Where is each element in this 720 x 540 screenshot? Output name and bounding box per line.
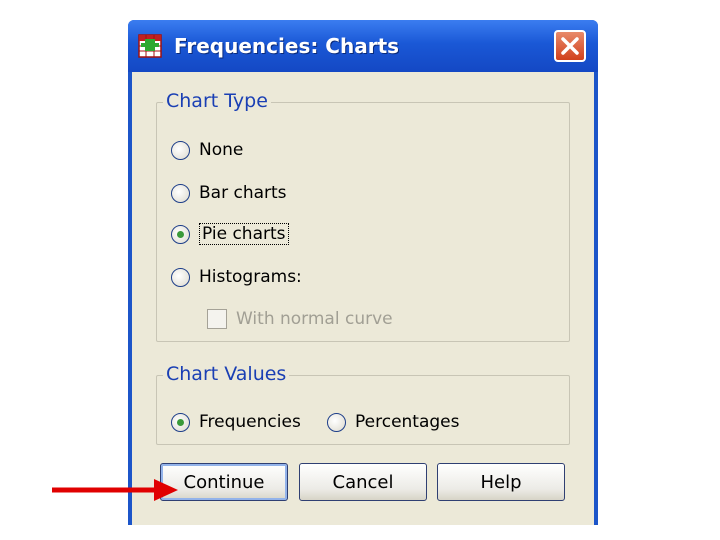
radio-label-frequencies: Frequencies — [199, 412, 301, 432]
chart-type-group: Chart Type None Bar charts Pie charts Hi… — [156, 90, 570, 342]
close-icon — [561, 37, 579, 55]
radio-button-percentages[interactable] — [327, 412, 346, 432]
window-title: Frequencies: Charts — [174, 34, 400, 58]
radio-button-none[interactable] — [171, 140, 190, 160]
with-normal-curve-checkbox[interactable]: With normal curve — [207, 309, 393, 329]
frequencies-charts-dialog: Frequencies: Charts Chart Type None Bar … — [128, 20, 598, 525]
radio-pie-charts[interactable]: Pie charts — [171, 223, 289, 245]
chart-values-legend: Chart Values — [163, 363, 290, 385]
title-bar[interactable]: Frequencies: Charts — [128, 20, 598, 72]
chart-values-group: Chart Values Frequencies Percentages — [156, 363, 570, 445]
chart-type-legend: Chart Type — [163, 90, 271, 112]
red-arrow-icon — [52, 479, 178, 501]
radio-button-histograms[interactable] — [171, 267, 190, 287]
radio-button-bar-charts[interactable] — [171, 183, 190, 203]
radio-label-pie-charts: Pie charts — [199, 223, 289, 245]
radio-label-bar-charts: Bar charts — [199, 183, 287, 203]
radio-label-percentages: Percentages — [355, 412, 460, 432]
radio-button-pie-charts[interactable] — [171, 224, 190, 244]
close-button[interactable] — [554, 30, 586, 62]
radio-frequencies[interactable]: Frequencies — [171, 412, 301, 432]
checkbox-label-with-normal-curve: With normal curve — [236, 309, 393, 329]
cancel-button[interactable]: Cancel — [299, 463, 427, 501]
radio-none[interactable]: None — [171, 140, 243, 160]
radio-histograms[interactable]: Histograms: — [171, 267, 302, 287]
radio-label-histograms: Histograms: — [199, 267, 302, 287]
radio-label-none: None — [199, 140, 244, 160]
help-button[interactable]: Help — [437, 463, 565, 501]
radio-button-frequencies[interactable] — [171, 412, 190, 432]
dialog-body: Chart Type None Bar charts Pie charts Hi… — [132, 72, 594, 525]
radio-bar-charts[interactable]: Bar charts — [171, 183, 287, 203]
spss-table-icon — [138, 34, 162, 58]
checkbox-with-normal-curve[interactable] — [207, 309, 227, 329]
radio-percentages[interactable]: Percentages — [327, 412, 460, 432]
